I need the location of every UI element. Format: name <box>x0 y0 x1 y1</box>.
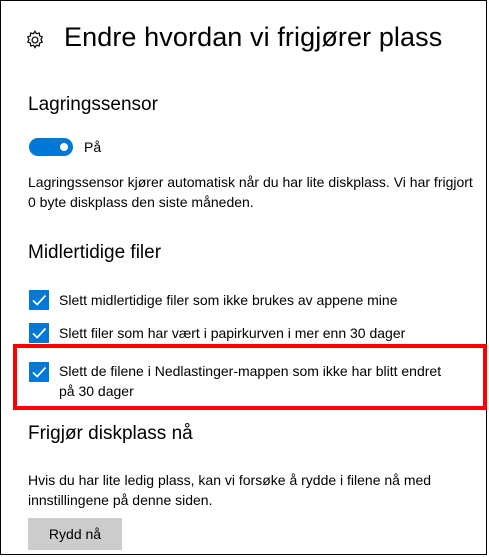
page-title: Endre hvordan vi frigjører plass <box>64 22 443 52</box>
checkbox-label-delete-recycle-bin: Slett filer som har vært i papirkurven i… <box>59 325 406 341</box>
checkbox-delete-recycle-bin[interactable] <box>29 323 49 343</box>
storage-sense-description: Lagringssensor kjører automatisk når du … <box>28 174 473 210</box>
gear-icon <box>26 30 44 49</box>
free-space-description: Hvis du har lite ledig plass, kan vi for… <box>28 472 432 508</box>
storage-sense-heading: Lagringssensor <box>28 94 158 115</box>
checkbox-label-delete-temp-files: Slett midlertidige filer som ikke brukes… <box>59 292 398 308</box>
checkbox-delete-temp-files[interactable] <box>29 290 49 310</box>
storage-sense-toggle[interactable] <box>29 138 73 156</box>
clean-now-button[interactable]: Rydd nå <box>28 518 122 550</box>
temp-files-heading: Midlertidige filer <box>28 242 162 263</box>
free-space-heading: Frigjør diskplass nå <box>28 423 193 444</box>
toggle-knob <box>60 143 68 151</box>
checkmark-icon <box>32 327 47 339</box>
highlight-box <box>13 344 487 410</box>
checkmark-icon <box>32 294 47 306</box>
toggle-state-label: På <box>84 139 102 155</box>
